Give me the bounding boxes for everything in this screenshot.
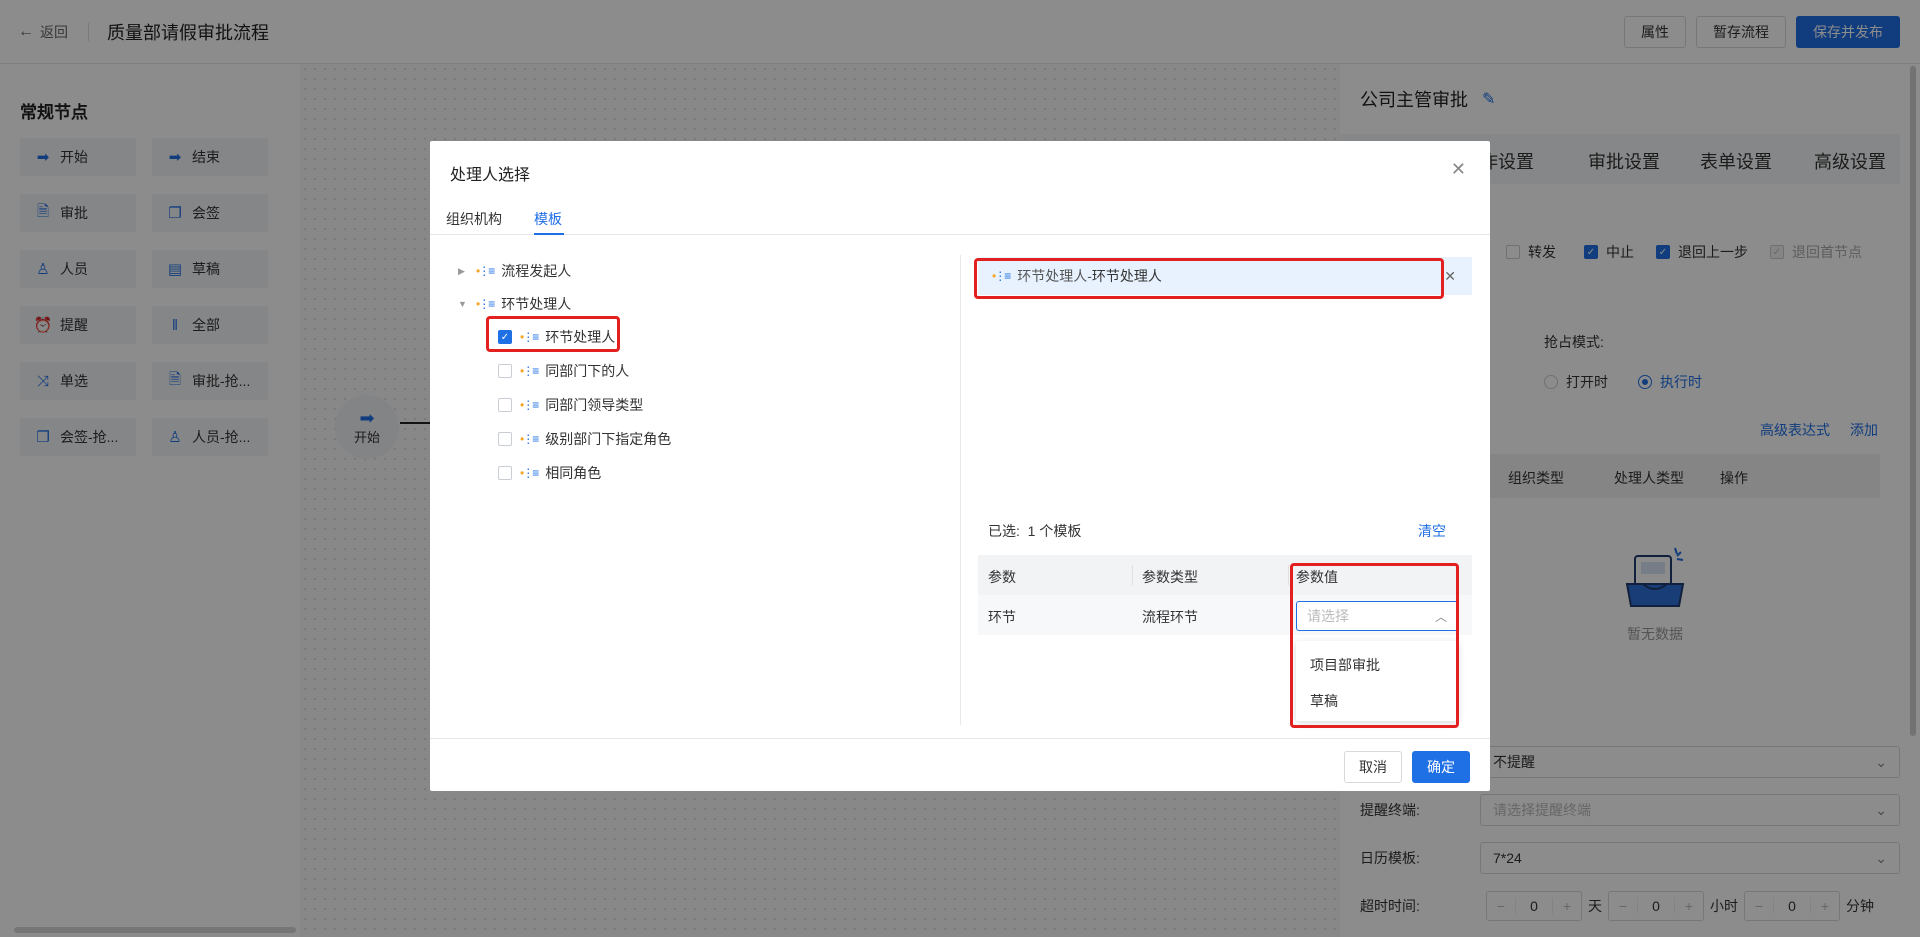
tree-label: 级别部门下指定角色 — [545, 431, 672, 447]
highlight-box — [974, 258, 1444, 299]
pane-divider — [960, 255, 961, 725]
tree-label: 相同角色 — [545, 465, 602, 481]
template-icon: •⋮≡ — [520, 432, 539, 446]
checkbox[interactable] — [498, 364, 512, 378]
highlight-box — [486, 316, 620, 352]
dialog-tabs: 组织机构 模板 — [430, 201, 1490, 235]
tab-template[interactable]: 模板 — [534, 209, 562, 229]
ok-button[interactable]: 确定 — [1412, 751, 1470, 783]
tree-label: 流程发起人 — [501, 263, 572, 279]
tree-leaf-same-dept[interactable]: •⋮≡ 同部门下的人 — [498, 359, 629, 383]
tree-label: 环节处理人 — [501, 296, 572, 312]
dialog-actions: 取消 确定 — [1344, 751, 1470, 783]
column-separator — [1288, 565, 1289, 585]
tree-label: 同部门领导类型 — [545, 397, 644, 413]
template-icon: •⋮≡ — [520, 398, 539, 412]
checkbox[interactable] — [498, 432, 512, 446]
template-icon: •⋮≡ — [520, 466, 539, 480]
column-separator — [1132, 565, 1133, 585]
caret-right-icon[interactable]: ▶ — [458, 266, 468, 277]
template-icon: •⋮≡ — [476, 264, 495, 278]
close-icon[interactable]: ✕ — [1451, 159, 1466, 180]
cancel-button[interactable]: 取消 — [1344, 751, 1402, 783]
summary-count: 1 个模板 — [1027, 523, 1082, 539]
checkbox[interactable] — [498, 398, 512, 412]
column-header: 参数类型 — [1142, 569, 1198, 585]
handler-select-dialog: 处理人选择 ✕ 组织机构 模板 ▶ •⋮≡ 流程发起人 ▼ •⋮≡ 环节处理人 … — [430, 141, 1490, 791]
tree-leaf-same-role[interactable]: •⋮≡ 相同角色 — [498, 461, 601, 485]
tree-node-initiator[interactable]: ▶ •⋮≡ 流程发起人 — [458, 259, 571, 283]
column-header: 参数 — [988, 569, 1016, 585]
clear-link[interactable]: 清空 — [1418, 521, 1446, 541]
summary-label: 已选: — [988, 523, 1020, 539]
footer-divider — [430, 738, 1490, 739]
highlight-box — [1290, 563, 1459, 728]
tree-leaf-level-role[interactable]: •⋮≡ 级别部门下指定角色 — [498, 427, 671, 451]
template-icon: •⋮≡ — [520, 364, 539, 378]
checkbox[interactable] — [498, 466, 512, 480]
active-tab-indicator — [534, 233, 564, 235]
tree-node-handler[interactable]: ▼ •⋮≡ 环节处理人 — [458, 292, 571, 316]
template-icon: •⋮≡ — [476, 297, 495, 311]
tree-leaf-dept-leader[interactable]: •⋮≡ 同部门领导类型 — [498, 393, 643, 417]
param-name: 环节 — [988, 609, 1016, 625]
param-type: 流程环节 — [1142, 609, 1198, 625]
selected-summary: 已选: 1 个模板 — [988, 521, 1081, 541]
remove-icon[interactable]: ✕ — [1444, 268, 1456, 285]
tree-label: 同部门下的人 — [545, 363, 630, 379]
dialog-title: 处理人选择 — [450, 167, 531, 184]
tab-organization[interactable]: 组织机构 — [446, 209, 502, 229]
caret-down-icon[interactable]: ▼ — [458, 299, 468, 309]
